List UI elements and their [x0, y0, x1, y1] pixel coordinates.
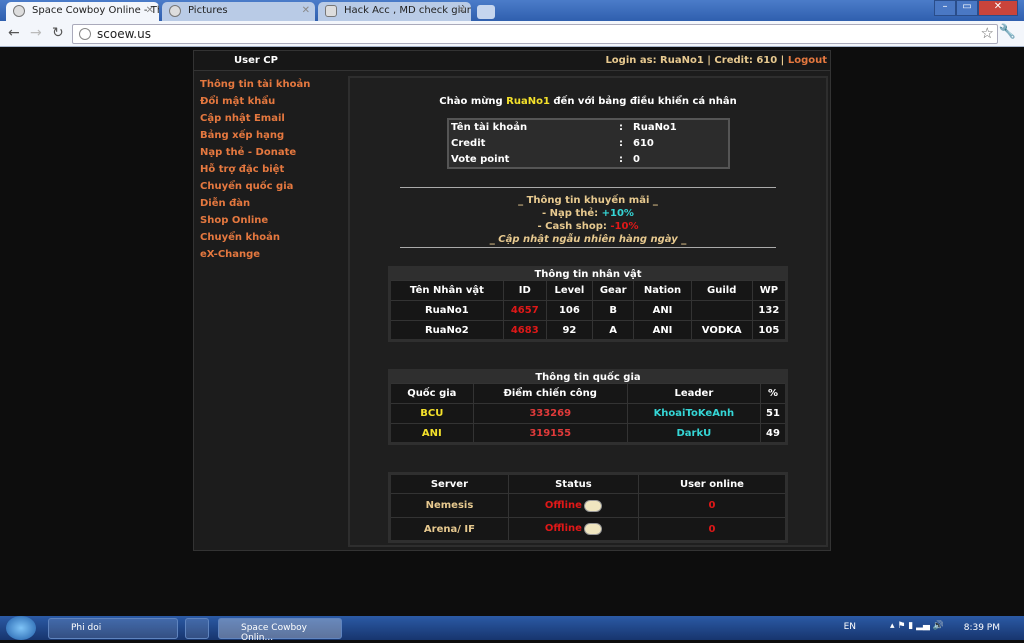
table-caption: Thông tin quốc gia	[389, 370, 787, 384]
bookmark-star-icon[interactable]: ☆	[981, 24, 994, 42]
main-content: Chào mừng RuaNo1 đến với bảng điều khiển…	[348, 76, 828, 547]
browser-toolbar: ← → ↻ scoew.us ☆ 🔧	[0, 21, 1024, 47]
account-row: Tên tài khoản: RuaNo1	[451, 122, 677, 133]
globe-icon	[169, 5, 181, 17]
table-row: Arena/ IF Offline 0	[389, 517, 788, 542]
table-row: BCU 333269 KhoaiToKeAnh 51	[389, 403, 787, 424]
account-row: Credit:610	[451, 138, 654, 149]
taskbar: Phi doi Space Cowboy Onlin... EN ▴ ⚑ ▮ ▂…	[0, 616, 1024, 643]
logout-link[interactable]: Logout	[788, 55, 827, 66]
nation-table: Thông tin quốc gia Quốc gia Điểm chiến cô…	[388, 369, 788, 445]
sidebar-item-ranking[interactable]: Bảng xếp hạng	[200, 130, 310, 147]
chat-icon	[325, 5, 337, 17]
table-row: RuaNo1 4657 106 B ANI 132	[389, 300, 788, 321]
sidebar-item-forum[interactable]: Diễn đàn	[200, 198, 310, 215]
tab-space-cowboy[interactable]: Space Cowboy Online - The ✕	[6, 2, 159, 21]
globe-icon	[13, 5, 25, 17]
status-face-icon	[583, 499, 602, 512]
minimize-button[interactable]: –	[934, 0, 956, 16]
table-row: ANI 319155 DarkU 49	[389, 423, 787, 444]
account-row: Vote point:0	[451, 154, 640, 165]
clock[interactable]: 8:39 PM	[964, 623, 1000, 633]
close-tab-icon[interactable]: ✕	[302, 5, 310, 16]
taskbar-item-phi-doi[interactable]: Phi doi	[48, 618, 178, 639]
sidebar-item-change-nation[interactable]: Chuyển quốc gia	[200, 181, 310, 198]
welcome-message: Chào mừng RuaNo1 đến với bảng điều khiển…	[439, 96, 737, 107]
start-button[interactable]	[6, 616, 36, 640]
page-title: User CP	[234, 55, 278, 66]
sidebar-item-change-password[interactable]: Đổi mật khẩu	[200, 96, 310, 113]
address-bar[interactable]: scoew.us	[72, 24, 998, 44]
tab-strip: Space Cowboy Online - The ✕ Pictures ✕ Ha…	[0, 0, 1024, 21]
sidebar-item-support[interactable]: Hỗ trợ đặc biệt	[200, 164, 310, 181]
close-tab-icon[interactable]: ✕	[458, 5, 466, 16]
table-caption: Thông tin nhân vật	[389, 267, 787, 281]
character-table: Thông tin nhân vật Tên Nhân vật ID Level Ge…	[388, 266, 788, 342]
maximize-button[interactable]: ▭	[956, 0, 978, 16]
sidebar-item-exchange[interactable]: eX-Change	[200, 249, 310, 266]
language-indicator[interactable]: EN	[844, 622, 856, 632]
login-info: Login as: RuaNo1 | Credit: 610 | Logout	[605, 55, 827, 66]
close-window-button[interactable]: ✕	[978, 0, 1018, 16]
table-row: RuaNo2 4683 92 A ANI VODKA 105	[389, 320, 788, 341]
status-face-icon	[583, 523, 602, 535]
close-tab-icon[interactable]: ✕	[146, 5, 154, 16]
wrench-icon[interactable]: 🔧	[999, 24, 1016, 40]
back-button[interactable]: ←	[8, 25, 20, 41]
account-summary: Tên tài khoản: RuaNo1 Credit:610 Vote poi…	[447, 118, 730, 169]
sidebar-item-donate[interactable]: Nạp thẻ - Donate	[200, 147, 310, 164]
tab-hack-acc[interactable]: Hack Acc , MD check giùm ✕	[318, 2, 471, 21]
tab-pictures[interactable]: Pictures ✕	[162, 2, 315, 21]
taskbar-item-chrome[interactable]: Space Cowboy Onlin...	[218, 618, 342, 643]
media-player-button[interactable]	[185, 618, 209, 639]
header-bar: User CP Login as: RuaNo1 | Credit: 610 |…	[194, 51, 830, 71]
globe-icon	[79, 28, 91, 40]
divider	[400, 247, 776, 248]
sidebar: Thông tin tài khoản Đổi mật khẩu Cập nhậ…	[200, 79, 310, 266]
forward-button[interactable]: →	[30, 25, 42, 41]
reload-button[interactable]: ↻	[52, 25, 64, 41]
sidebar-item-update-email[interactable]: Cập nhật Email	[200, 113, 310, 130]
sidebar-item-transfer[interactable]: Chuyển khoản	[200, 232, 310, 249]
sidebar-item-account-info[interactable]: Thông tin tài khoản	[200, 79, 310, 96]
user-cp-panel: User CP Login as: RuaNo1 | Credit: 610 |…	[193, 50, 831, 551]
tray-icons[interactable]: ▴ ⚑ ▮ ▂▄ 🔊	[890, 621, 944, 631]
sidebar-item-shop[interactable]: Shop Online	[200, 215, 310, 232]
table-row: Nemesis Offline 0	[389, 493, 788, 518]
divider	[400, 187, 776, 188]
new-tab-button[interactable]	[477, 5, 495, 19]
server-table: Server Status User online Nemesis Offline 0 …	[388, 472, 788, 543]
promotion-info: _ Thông tin khuyến mãi _ - Nạp thẻ: +10%…	[489, 195, 687, 245]
